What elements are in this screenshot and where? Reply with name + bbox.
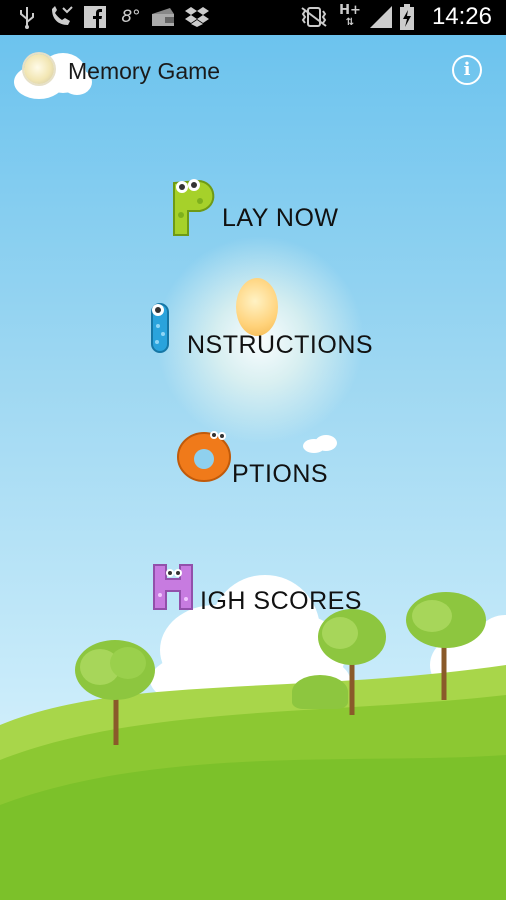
network-type-label: H+ ⇅: [338, 3, 362, 29]
letter-p-icon: [173, 179, 215, 236]
letter-o-icon: [177, 431, 231, 482]
battery-charging-icon: [398, 4, 416, 30]
info-button[interactable]: i: [452, 55, 482, 85]
network-type-text: H+: [339, 3, 361, 18]
app-title: Memory Game: [68, 58, 221, 84]
bush: [292, 675, 348, 709]
high-scores-label: IGH SCORES: [200, 587, 362, 615]
wallet-icon: [150, 5, 176, 29]
usb-icon: [16, 5, 38, 29]
play-now-label: LAY NOW: [222, 204, 339, 232]
signal-icon: [368, 5, 394, 29]
tree-right: [406, 592, 486, 700]
letter-i-icon: [151, 303, 169, 353]
vibrate-icon: [300, 5, 328, 29]
status-time: 14:26: [431, 3, 492, 30]
dropbox-icon: [184, 5, 210, 29]
letter-h-icon: [153, 564, 193, 610]
options-label: PTIONS: [232, 460, 329, 488]
instructions-label: NSTRUCTIONS: [187, 331, 374, 359]
app-icon: [24, 54, 54, 84]
options-button[interactable]: PTIONS: [172, 425, 342, 495]
missed-call-icon: [48, 5, 74, 29]
play-now-button[interactable]: LAY NOW: [160, 170, 360, 240]
facebook-icon: [84, 5, 106, 29]
status-bar: 8° H+ ⇅ 14:26: [0, 0, 506, 35]
temperature-icon: 8°: [121, 7, 141, 27]
high-scores-button[interactable]: IGH SCORES: [148, 555, 368, 625]
tree-left: [75, 640, 155, 745]
data-arrows-icon: ⇅: [345, 17, 355, 28]
instructions-button[interactable]: NSTRUCTIONS: [140, 300, 380, 370]
